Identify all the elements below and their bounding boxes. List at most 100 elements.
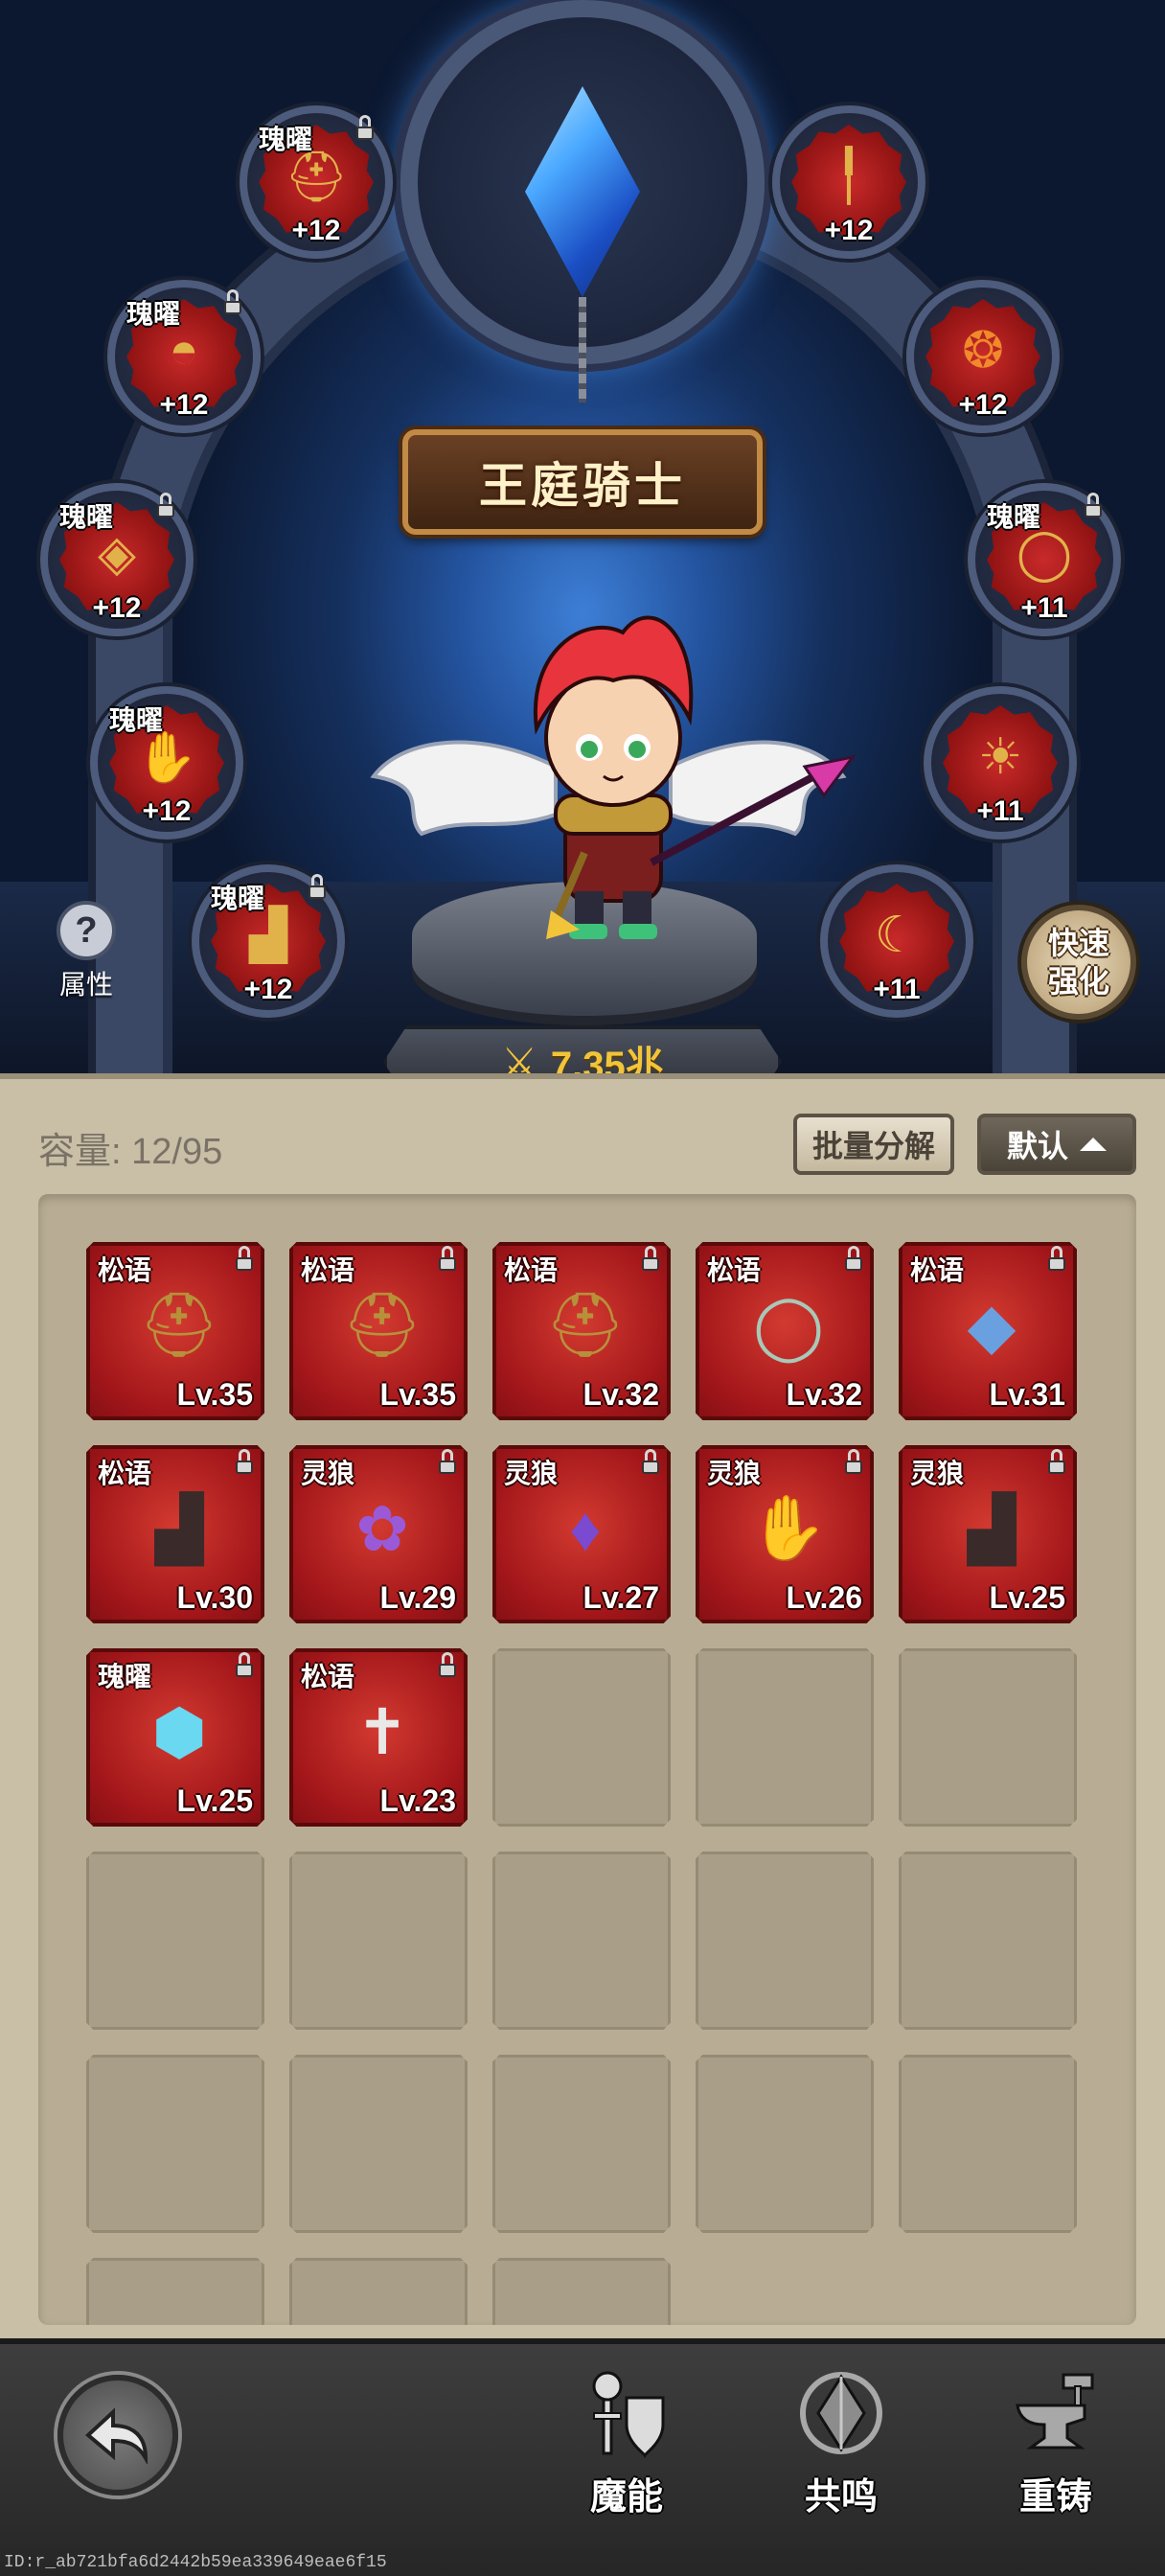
chevron-up-icon (1080, 1138, 1107, 1151)
item-quality: 松语 (707, 1255, 762, 1285)
chain (579, 297, 586, 402)
empty-inventory-slot[interactable] (492, 1852, 671, 2030)
item-quality: 松语 (910, 1255, 965, 1285)
equip-slot-shoulder[interactable]: ◓ 瑰曜 +12 (107, 280, 261, 433)
inventory-item[interactable]: ♦ 灵狼 Lv.27 (492, 1445, 671, 1623)
lock-icon (307, 874, 328, 899)
batch-decompose-button[interactable]: 批量分解 (793, 1114, 954, 1175)
inventory-item[interactable]: ⛑ 松语 Lv.32 (492, 1242, 671, 1420)
inventory-grid[interactable]: ⛑ 松语 Lv.35 ⛑ 松语 Lv.35 ⛑ 松语 Lv.32 ◯ 松语 Lv.32 ◆ 松语 Lv.31… (38, 1194, 1136, 2325)
item-level: Lv.35 (379, 1377, 456, 1412)
inventory-item[interactable]: ✿ 灵狼 Lv.29 (289, 1445, 468, 1623)
item-level: Lv.26 (786, 1580, 862, 1615)
item-level: Lv.31 (989, 1377, 1065, 1412)
empty-inventory-slot[interactable] (86, 2055, 264, 2233)
slot-enhance-level: +12 (958, 389, 1008, 421)
tab-resonance[interactable]: 共鸣 (774, 2365, 908, 2519)
equip-slot-necklace[interactable]: ☀ +11 (924, 686, 1077, 840)
combat-power-value: 7.35兆 (550, 1045, 664, 1073)
item-quality: 松语 (301, 1662, 355, 1691)
knight-shield-icon (579, 2365, 674, 2461)
inventory-item[interactable]: ✋ 灵狼 Lv.26 (696, 1445, 874, 1623)
empty-inventory-slot[interactable] (492, 2258, 671, 2325)
gauntlet-icon: ✋ (748, 1492, 829, 1563)
equip-slot-charm[interactable]: ☾ +11 (820, 864, 973, 1018)
attributes-label: 属性 (58, 970, 113, 1000)
empty-inventory-slot[interactable] (289, 1852, 468, 2030)
inventory-item[interactable]: ✝ 松语 Lv.23 (289, 1648, 468, 1827)
equip-slot-boots[interactable]: ▟ 瑰曜 +12 (192, 864, 345, 1018)
equip-slot-chest[interactable]: ◈ 瑰曜 +12 (40, 483, 194, 636)
staff-icon: ╿ (834, 149, 864, 204)
character-art (370, 615, 857, 939)
slot-enhance-level: +12 (243, 974, 293, 1005)
back-button[interactable] (57, 2375, 178, 2496)
equip-slot-gauntlet[interactable]: ✋ 瑰曜 +12 (90, 686, 243, 840)
lock-icon[interactable] (437, 1652, 458, 1677)
equip-slot-offhand[interactable]: ❂ +12 (906, 280, 1060, 433)
slot-enhance-level: +12 (824, 215, 874, 246)
resonance-crystal-icon (793, 2365, 889, 2461)
empty-inventory-slot[interactable] (492, 1648, 671, 1827)
slot-enhance-level: +12 (291, 215, 341, 246)
item-level: Lv.35 (176, 1377, 253, 1412)
inventory-item[interactable]: ⬢ 瑰曜 Lv.25 (86, 1648, 264, 1827)
inventory-item[interactable]: ▟ 灵狼 Lv.25 (899, 1445, 1077, 1623)
helmet-icon: ⛑ (545, 1289, 626, 1360)
lock-icon[interactable] (640, 1449, 661, 1474)
combat-power-plate: ⚔ 7.35兆 (383, 1025, 782, 1073)
empty-inventory-slot[interactable] (289, 2055, 468, 2233)
lock-icon[interactable] (234, 1449, 255, 1474)
empty-inventory-slot[interactable] (899, 1852, 1077, 2030)
equip-slot-weapon[interactable]: ╿ +12 (772, 105, 925, 259)
tab-label: 魔能 (589, 2477, 663, 2518)
inventory-item[interactable]: ⛑ 松语 Lv.35 (86, 1242, 264, 1420)
tab-reforge[interactable]: 重铸 (989, 2365, 1123, 2519)
slot-enhance-level: +11 (873, 974, 921, 1005)
lock-icon[interactable] (234, 1652, 255, 1677)
empty-inventory-slot[interactable] (86, 1852, 264, 2030)
lock-icon (222, 289, 243, 314)
question-icon: ? (57, 901, 116, 960)
quick-enhance-button[interactable]: 快速强化 (1021, 905, 1136, 1020)
tab-magic-energy[interactable]: 魔能 (560, 2365, 694, 2519)
lock-icon[interactable] (1046, 1449, 1067, 1474)
item-quality: 瑰曜 (98, 1662, 152, 1691)
lock-icon[interactable] (437, 1246, 458, 1271)
lock-icon[interactable] (437, 1449, 458, 1474)
lock-icon[interactable] (1046, 1246, 1067, 1271)
empty-inventory-slot[interactable] (899, 2055, 1077, 2233)
sort-dropdown[interactable]: 默认 (977, 1114, 1136, 1175)
empty-inventory-slot[interactable] (289, 2258, 468, 2325)
empty-inventory-slot[interactable] (86, 2258, 264, 2325)
empty-inventory-slot[interactable] (492, 2055, 671, 2233)
character-portrait[interactable] (364, 575, 862, 978)
attributes-button[interactable]: ? 属性 (38, 901, 134, 1000)
lock-icon[interactable] (843, 1246, 864, 1271)
empty-inventory-slot[interactable] (696, 1852, 874, 2030)
item-quality: 灵狼 (504, 1459, 559, 1488)
quick-enhance-label: 快速强化 (1047, 926, 1109, 999)
item-level: Lv.27 (582, 1580, 659, 1615)
helmet-icon: ⛑ (342, 1289, 423, 1360)
item-quality: 灵狼 (301, 1459, 355, 1488)
empty-inventory-slot[interactable] (899, 1648, 1077, 1827)
item-quality: 松语 (301, 1255, 355, 1285)
inventory-item[interactable]: ▟ 松语 Lv.30 (86, 1445, 264, 1623)
equip-slot-ring[interactable]: ◯ 瑰曜 +11 (968, 483, 1121, 636)
lock-icon[interactable] (234, 1246, 255, 1271)
lock-icon[interactable] (843, 1449, 864, 1474)
item-quality: 灵狼 (910, 1459, 965, 1488)
tab-label: 重铸 (1018, 2477, 1092, 2518)
inventory-item[interactable]: ◆ 松语 Lv.31 (899, 1242, 1077, 1420)
inventory-item[interactable]: ◯ 松语 Lv.32 (696, 1242, 874, 1420)
item-quality: 松语 (504, 1255, 559, 1285)
equip-slot-helmet[interactable]: ⛑ 瑰曜 +12 (240, 105, 393, 259)
empty-inventory-slot[interactable] (696, 1648, 874, 1827)
empty-inventory-slot[interactable] (696, 2055, 874, 2233)
cross-necklace-icon: ✝ (355, 1695, 409, 1767)
inventory-item[interactable]: ⛑ 松语 Lv.35 (289, 1242, 468, 1420)
lock-icon[interactable] (640, 1246, 661, 1271)
anvil-icon (1008, 2365, 1104, 2461)
lock-icon (354, 115, 376, 140)
